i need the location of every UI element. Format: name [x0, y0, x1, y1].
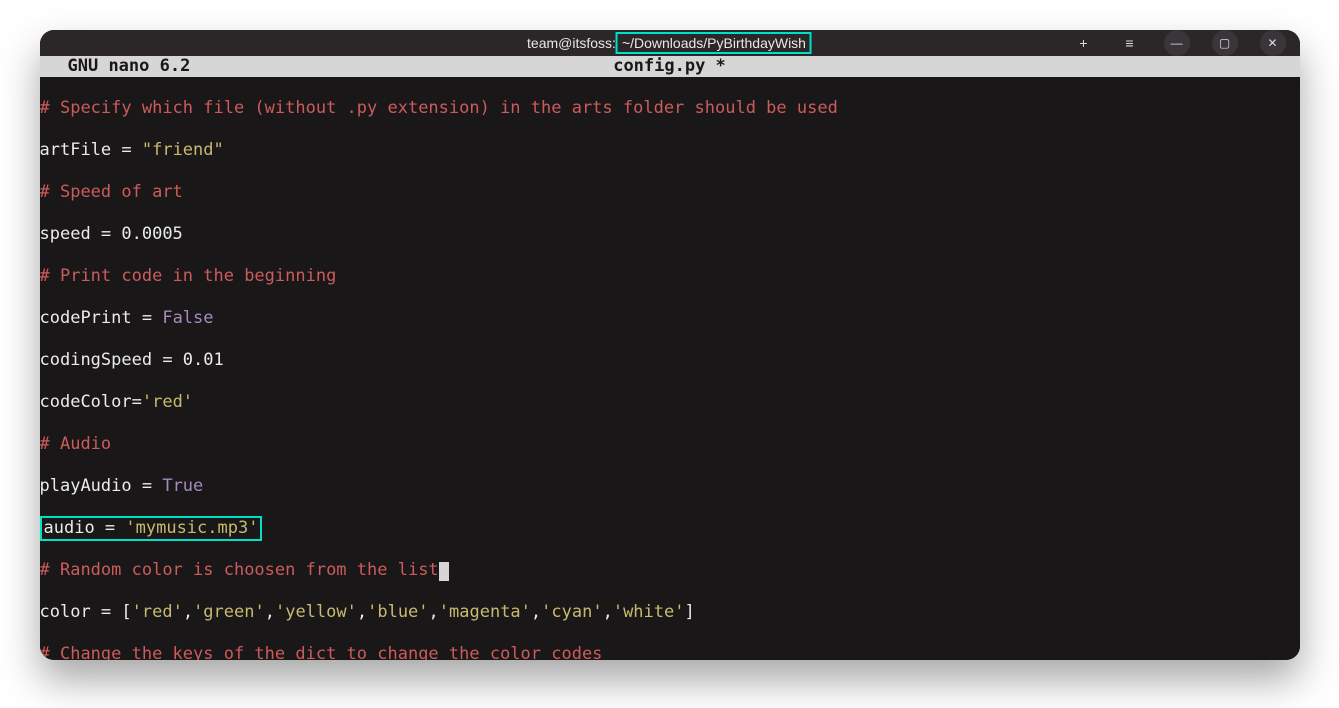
close-icon: ✕: [1267, 36, 1277, 50]
title-path-highlight: ~/Downloads/PyBirthdayWish: [616, 32, 812, 54]
nano-app-name: GNU nano 6.2: [40, 56, 191, 77]
highlighted-audio-line: audio = 'mymusic.mp3': [40, 516, 263, 541]
plus-icon: +: [1079, 35, 1087, 51]
minimize-icon: —: [1171, 36, 1183, 50]
terminal-window: team@itsfoss: ~/Downloads/PyBirthdayWish…: [40, 30, 1300, 660]
menu-button[interactable]: ≡: [1118, 31, 1142, 55]
new-tab-button[interactable]: +: [1072, 31, 1096, 55]
nano-header: GNU nano 6.2 config.py *: [40, 56, 1300, 77]
cursor: [439, 562, 449, 581]
editor-content[interactable]: # Specify which file (without .py extens…: [40, 77, 1300, 660]
close-button[interactable]: ✕: [1260, 30, 1286, 56]
title-user-host: team@itsfoss:: [527, 35, 616, 51]
hamburger-icon: ≡: [1125, 35, 1133, 51]
maximize-button[interactable]: ▢: [1212, 30, 1238, 56]
nano-file-name: config.py *: [613, 56, 726, 77]
maximize-icon: ▢: [1219, 36, 1230, 50]
code-comment: # Specify which file (without .py extens…: [40, 98, 838, 118]
terminal-body[interactable]: GNU nano 6.2 config.py * # Specify which…: [40, 56, 1300, 660]
minimize-button[interactable]: —: [1164, 30, 1190, 56]
titlebar: team@itsfoss: ~/Downloads/PyBirthdayWish…: [40, 30, 1300, 56]
window-title: team@itsfoss: ~/Downloads/PyBirthdayWish: [527, 32, 812, 54]
